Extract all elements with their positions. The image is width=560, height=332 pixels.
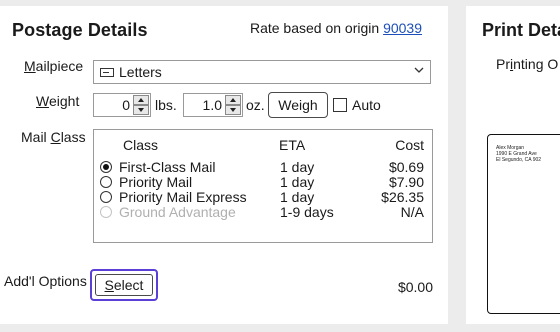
postage-details-title: Postage Details xyxy=(12,20,148,40)
pounds-decrement-icon[interactable] xyxy=(133,105,149,115)
pounds-stepper[interactable]: 0 xyxy=(93,93,151,117)
origin-zip-link[interactable]: 90039 xyxy=(383,20,422,36)
first-class-radio[interactable] xyxy=(100,161,112,173)
weight-label-rest: eight xyxy=(48,93,80,109)
printing-options-label: Printing O xyxy=(496,56,558,72)
addl-options-select-button[interactable]: Select xyxy=(90,269,158,301)
ounces-decrement-icon[interactable] xyxy=(225,105,241,115)
priority-radio[interactable] xyxy=(100,176,112,188)
auto-checkbox[interactable] xyxy=(333,98,347,112)
class-cost: $0.69 xyxy=(388,159,424,175)
class-eta: 1 day xyxy=(280,189,315,205)
weigh-button[interactable]: Weigh xyxy=(268,92,328,118)
select-mnemonic: S xyxy=(104,277,114,293)
column-header-cost: Cost xyxy=(395,137,424,153)
ounces-increment-icon[interactable] xyxy=(225,95,241,105)
mail-class-label-mnemonic: C xyxy=(50,129,61,145)
rate-origin-text: Rate based on origin 90039 xyxy=(250,20,422,36)
postage-details-panel: Postage Details Rate based on origin 900… xyxy=(0,6,448,324)
mail-class-label-pre: Mail xyxy=(21,129,51,145)
mail-class-row-priority-express[interactable]: Priority Mail Express 1 day $26.35 xyxy=(100,189,430,205)
mail-class-label: Mail Class xyxy=(21,129,86,145)
pounds-spin-buttons xyxy=(133,95,149,115)
envelope-icon xyxy=(100,68,114,77)
class-eta: 1 day xyxy=(280,159,315,175)
mail-class-label-rest: lass xyxy=(60,129,86,145)
column-header-eta: ETA xyxy=(279,137,306,153)
mailpiece-label-mnemonic: M xyxy=(24,58,36,74)
mail-class-row-priority[interactable]: Priority Mail 1 day $7.90 xyxy=(100,174,430,190)
priority-express-radio[interactable] xyxy=(100,191,112,203)
ounces-value: 1.0 xyxy=(202,97,222,113)
ground-advantage-radio xyxy=(100,206,112,218)
print-details-title: Print Deta xyxy=(482,20,560,40)
mail-class-row-first-class[interactable]: First-Class Mail 1 day $0.69 xyxy=(100,159,430,175)
mailpiece-dropdown[interactable]: Letters xyxy=(93,60,431,84)
class-name: Priority Mail xyxy=(119,174,193,190)
pounds-value: 0 xyxy=(122,97,130,113)
envelope-preview: Alex Morgan 1990 E Grand Ave El Segundo,… xyxy=(487,134,560,314)
mailpiece-value: Letters xyxy=(119,64,162,80)
column-header-class: Class xyxy=(123,137,159,153)
class-cost: $7.90 xyxy=(388,174,424,190)
select-button-face: Select xyxy=(95,274,153,296)
ounces-stepper[interactable]: 1.0 xyxy=(183,93,243,117)
return-address-line: El Segundo, CA 902 xyxy=(496,157,542,163)
class-cost: N/A xyxy=(400,204,424,220)
addl-options-amount: $0.00 xyxy=(397,279,433,295)
mailpiece-label-rest: ailpiece xyxy=(35,58,84,74)
return-address: Alex Morgan 1990 E Grand Ave El Segundo,… xyxy=(496,145,541,163)
chevron-down-icon xyxy=(414,67,424,73)
addl-options-label: Add'l Options xyxy=(4,273,87,289)
class-cost: $26.35 xyxy=(381,189,424,205)
pounds-increment-icon[interactable] xyxy=(133,95,149,105)
mailpiece-label: Mailpiece xyxy=(24,58,83,74)
ounces-spin-buttons xyxy=(225,95,241,115)
rate-origin-label: Rate based on origin xyxy=(249,20,384,36)
class-name: First-Class Mail xyxy=(119,159,216,175)
auto-label: Auto xyxy=(352,97,381,113)
weight-label-mnemonic: W xyxy=(36,93,49,109)
printing-label-rest: nting O xyxy=(513,56,559,72)
class-name: Priority Mail Express xyxy=(119,189,247,205)
printing-label-pre: Pr xyxy=(496,56,510,72)
select-label-rest: elect xyxy=(113,277,144,293)
class-name: Ground Advantage xyxy=(119,204,236,220)
class-eta: 1 day xyxy=(280,174,315,190)
weight-label: Weight xyxy=(36,93,79,109)
mail-class-row-ground-advantage: Ground Advantage 1-9 days N/A xyxy=(100,204,430,220)
pounds-unit: lbs. xyxy=(155,97,177,113)
class-eta: 1-9 days xyxy=(280,204,334,220)
print-details-panel: Print Deta Printing O Alex Morgan 1990 E… xyxy=(466,6,560,324)
ounces-unit: oz. xyxy=(246,97,265,113)
mail-class-list: Class ETA Cost First-Class Mail 1 day $0… xyxy=(93,129,433,243)
